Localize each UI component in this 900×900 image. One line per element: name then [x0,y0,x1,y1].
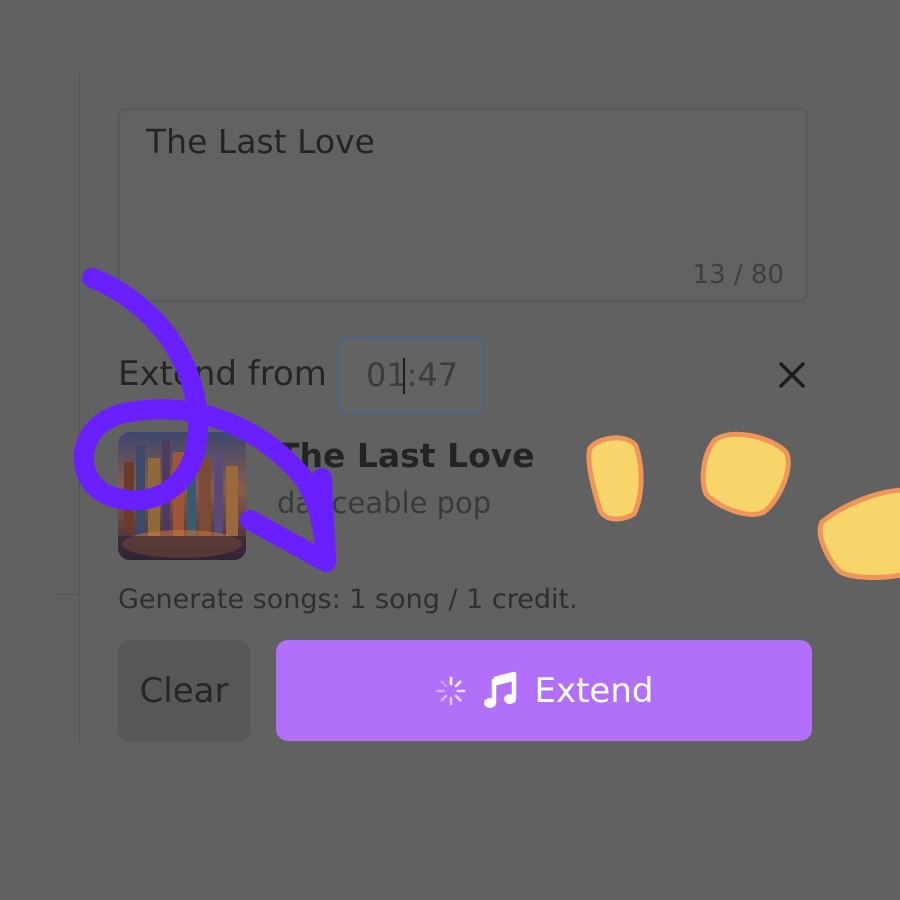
close-icon [779,362,805,388]
credits-note: Generate songs: 1 song / 1 credit. [118,584,578,615]
divider-tick [54,594,80,595]
extend-song-panel: The Last Love 13 / 80 Extend from 01:47 … [0,0,900,900]
song-title-field[interactable]: The Last Love 13 / 80 [118,108,808,302]
sparkle-mark-1 [586,435,644,522]
song-title: The Last Love [277,436,535,475]
song-genre: danceable pop [277,486,492,520]
extend-button[interactable]: Extend [276,640,812,741]
extend-button-label: Extend [534,670,654,711]
extend-from-label: Extend from [118,354,327,394]
extend-time-input[interactable] [338,337,484,413]
sparkle-mark-2 [700,431,791,517]
text-caret [403,358,405,394]
sidebar-divider [79,74,80,742]
loading-spinner-icon [435,675,467,707]
music-note-icon [481,671,521,711]
close-button[interactable] [772,355,812,395]
character-counter: 13 / 80 [692,260,784,290]
sparkle-mark-3 [817,487,900,580]
clear-button[interactable]: Clear [118,640,250,742]
song-title-value[interactable]: The Last Love [146,122,375,161]
song-cover-art [118,432,246,560]
